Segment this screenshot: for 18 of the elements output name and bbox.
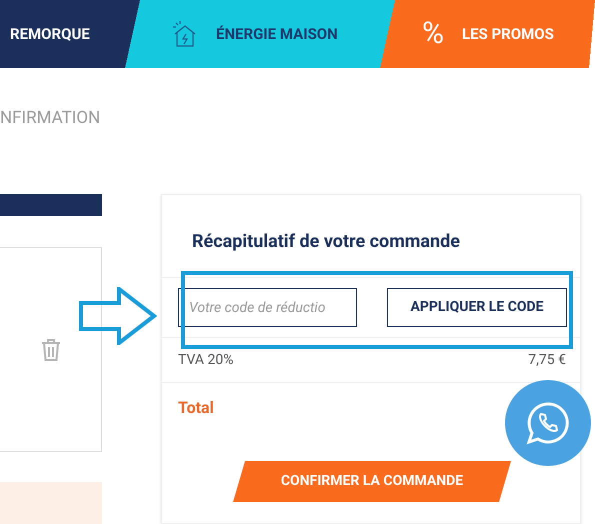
- percent-symbol: %: [422, 19, 444, 49]
- breadcrumb-step: NFIRMATION: [0, 108, 100, 128]
- discount-code-field[interactable]: Votre code de réductio: [178, 288, 357, 327]
- nav-tab[interactable]: REMORQUE: [0, 0, 140, 68]
- nav-tab-label: ÉNERGIE MAISON: [216, 24, 338, 45]
- nav-tab-label: LES PROMOS: [462, 24, 554, 45]
- trash-icon[interactable]: [40, 338, 62, 362]
- summary-value: 7,75 €: [528, 350, 566, 370]
- apply-code-button[interactable]: APPLIQUER LE CODE: [387, 288, 567, 327]
- nav-tab[interactable]: ÉNERGIE MAISON: [140, 0, 395, 68]
- arrow-icon: [79, 287, 157, 345]
- summary-title: Récapitulatif de votre commande: [162, 195, 580, 278]
- summary-label: Total: [178, 397, 214, 419]
- house-bolt-icon: [172, 20, 198, 48]
- summary-label: TVA 20%: [178, 350, 234, 370]
- confirm-order-button[interactable]: CONFIRMER LA COMMANDE: [233, 461, 511, 502]
- nav-tab[interactable]: % LES PROMOS: [395, 0, 595, 68]
- phone-bubble-icon: [526, 401, 570, 445]
